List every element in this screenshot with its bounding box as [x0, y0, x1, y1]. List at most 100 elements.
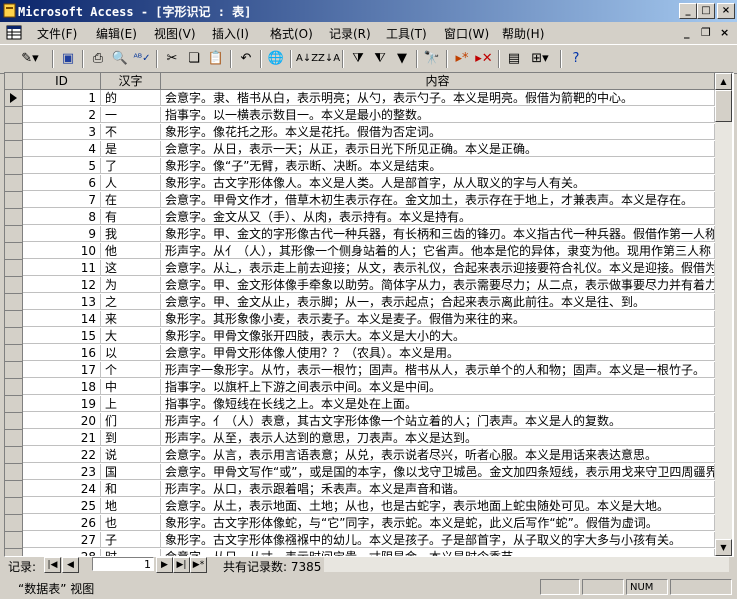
cell-id[interactable]: 5: [23, 158, 101, 174]
mdi-close-button[interactable]: ×: [720, 26, 729, 39]
filter-by-form-icon[interactable]: ⧨: [370, 49, 390, 69]
record-selector[interactable]: [5, 294, 23, 311]
cell-id[interactable]: 22: [23, 447, 101, 463]
menu-format[interactable]: 格式(O): [270, 25, 313, 42]
menu-view[interactable]: 视图(V): [154, 25, 196, 42]
record-selector[interactable]: [5, 447, 23, 464]
cell-id[interactable]: 9: [23, 226, 101, 242]
cell-id[interactable]: 10: [23, 243, 101, 259]
column-header-content[interactable]: 内容: [161, 73, 715, 90]
first-record-button[interactable]: |◀: [44, 557, 61, 573]
column-header-hanzi[interactable]: 汉字: [101, 73, 161, 90]
delete-record-icon[interactable]: ▸✕: [474, 49, 494, 69]
cell-hanzi[interactable]: 个: [101, 362, 161, 378]
cell-hanzi[interactable]: 也: [101, 515, 161, 531]
filter-by-selection-icon[interactable]: ⧩: [348, 49, 368, 69]
cell-content[interactable]: 指事字。以一横表示数目一。本义是最小的整数。: [161, 107, 715, 123]
cell-hanzi[interactable]: 有: [101, 209, 161, 225]
cell-id[interactable]: 4: [23, 141, 101, 157]
table-row[interactable]: 21 到形声字。从至，表示人达到的意思，刀表声。本义是达到。: [5, 430, 715, 447]
undo-icon[interactable]: ↶: [236, 49, 256, 69]
cell-id[interactable]: 17: [23, 362, 101, 378]
cell-id[interactable]: 11: [23, 260, 101, 276]
cell-content[interactable]: 象形字。古文字形体像人。本义是人类。人是部首字，从人取义的字与人有关。: [161, 175, 715, 191]
cell-id[interactable]: 16: [23, 345, 101, 361]
table-row[interactable]: 20 们形声字。亻（人）表意，其古文字形体像一个站立着的人；门表声。本义是人的复数…: [5, 413, 715, 430]
table-row[interactable]: 2 一指事字。以一横表示数目一。本义是最小的整数。: [5, 107, 715, 124]
record-selector[interactable]: [5, 362, 23, 379]
cell-id[interactable]: 19: [23, 396, 101, 412]
hyperlink-icon[interactable]: 🌐: [266, 49, 286, 69]
cell-id[interactable]: 1: [23, 90, 101, 106]
scroll-up-button[interactable]: ▲: [715, 73, 732, 90]
cell-id[interactable]: 25: [23, 498, 101, 514]
table-row[interactable]: 19 上指事字。像短线在长线之上。本义是处在上面。: [5, 396, 715, 413]
table-row[interactable]: 10 他形声字。从亻（人），其形像一个侧身站着的人；它省声。他本是佗的异体，隶变为…: [5, 243, 715, 260]
cell-hanzi[interactable]: 国: [101, 464, 161, 480]
menu-edit[interactable]: 编辑(E): [96, 25, 137, 42]
design-view-icon[interactable]: ✎▾: [14, 49, 46, 69]
cell-content[interactable]: 会意字。甲、金文从止，表示脚；从一，表示起点；合起来表示离此前往。本义是往、到。: [161, 294, 715, 310]
table-row[interactable]: 5 了象形字。像“子”无臂，表示断、决断。本义是结束。: [5, 158, 715, 175]
menu-file[interactable]: 文件(F): [37, 25, 77, 42]
cell-content[interactable]: 会意字。甲、金文形体像手牵象以助劳。简体字从力，表示需要尽力；从二点，表示做事要…: [161, 277, 715, 293]
cell-hanzi[interactable]: 和: [101, 481, 161, 497]
record-selector[interactable]: [5, 175, 23, 192]
scroll-thumb[interactable]: [715, 90, 732, 122]
cell-id[interactable]: 14: [23, 311, 101, 327]
record-selector[interactable]: [5, 311, 23, 328]
cell-content[interactable]: 形声字。从口，表示跟着唱；禾表声。本义是声音和谐。: [161, 481, 715, 497]
cell-id[interactable]: 21: [23, 430, 101, 446]
minimize-button[interactable]: _: [679, 3, 697, 19]
record-selector[interactable]: [5, 124, 23, 141]
cell-hanzi[interactable]: 上: [101, 396, 161, 412]
cell-hanzi[interactable]: 来: [101, 311, 161, 327]
cell-hanzi[interactable]: 在: [101, 192, 161, 208]
record-selector[interactable]: [5, 192, 23, 209]
record-selector[interactable]: [5, 226, 23, 243]
table-row[interactable]: 3 不象形字。像花托之形。本义是花托。假借为否定词。: [5, 124, 715, 141]
table-row[interactable]: 24 和形声字。从口，表示跟着唱；禾表声。本义是声音和谐。: [5, 481, 715, 498]
cell-id[interactable]: 7: [23, 192, 101, 208]
record-selector[interactable]: [5, 498, 23, 515]
table-row[interactable]: 18 中指事字。以旗杆上下游之间表示中间。本义是中间。: [5, 379, 715, 396]
horizontal-scrollbar[interactable]: [324, 557, 729, 572]
cell-content[interactable]: 指事字。像短线在长线之上。本义是处在上面。: [161, 396, 715, 412]
cell-content[interactable]: 会意字。金文从又（手）、从肉，表示持有。本义是持有。: [161, 209, 715, 225]
cell-id[interactable]: 20: [23, 413, 101, 429]
cell-content[interactable]: 象形字。古文字形体像蛇，与“它”同字，表示蛇。本义是蛇，此义后写作“蛇”。假借为…: [161, 515, 715, 531]
cell-hanzi[interactable]: 之: [101, 294, 161, 310]
cell-content[interactable]: 形声字一象形字。从竹，表示一根竹；固声。楷书从人，表示单个的人和物；固声。本义是…: [161, 362, 715, 378]
cell-hanzi[interactable]: 我: [101, 226, 161, 242]
cell-hanzi[interactable]: 的: [101, 90, 161, 106]
cell-hanzi[interactable]: 他: [101, 243, 161, 259]
record-selector[interactable]: [5, 209, 23, 226]
paste-icon[interactable]: 📋: [206, 49, 226, 69]
table-row[interactable]: 26 也象形字。古文字形体像蛇，与“它”同字，表示蛇。本义是蛇，此义后写作“蛇”。…: [5, 515, 715, 532]
cell-content[interactable]: 指事字。以旗杆上下游之间表示中间。本义是中间。: [161, 379, 715, 395]
table-row[interactable]: 6 人象形字。古文字形体像人。本义是人类。人是部首字，从人取义的字与人有关。: [5, 175, 715, 192]
table-row[interactable]: 17 个形声字一象形字。从竹，表示一根竹；固声。楷书从人，表示单个的人和物；固声。…: [5, 362, 715, 379]
sort-ascending-icon[interactable]: A↓Z: [296, 49, 318, 69]
cell-content[interactable]: 会意字。从辶，表示走上前去迎接；从文，表示礼仪，合起来表示迎接要符合礼仪。本义是…: [161, 260, 715, 276]
record-selector[interactable]: [5, 345, 23, 362]
new-record-nav-button[interactable]: ▶*: [190, 557, 207, 573]
column-header-id[interactable]: ID: [23, 73, 101, 90]
table-row[interactable]: 4 是会意字。从日，表示一天；从正，表示日光下所见正确。本义是正确。: [5, 141, 715, 158]
database-window-icon[interactable]: ▤: [504, 49, 524, 69]
cell-hanzi[interactable]: 一: [101, 107, 161, 123]
spelling-icon[interactable]: ᴬᴮ✓: [132, 49, 152, 69]
record-selector[interactable]: [5, 158, 23, 175]
mdi-restore-button[interactable]: ❐: [701, 26, 711, 39]
cell-id[interactable]: 3: [23, 124, 101, 140]
record-selector[interactable]: [5, 413, 23, 430]
cell-hanzi[interactable]: 这: [101, 260, 161, 276]
table-row[interactable]: 9 我象形字。甲、金文的字形像古代一种兵器，有长柄和三齿的锋刃。本义指古代一种兵器…: [5, 226, 715, 243]
current-record-field[interactable]: 1: [92, 557, 154, 571]
cell-hanzi[interactable]: 为: [101, 277, 161, 293]
table-row[interactable]: 11 这会意字。从辶，表示走上前去迎接；从文，表示礼仪，合起来表示迎接要符合礼仪。…: [5, 260, 715, 277]
print-icon[interactable]: ⎙: [88, 49, 108, 69]
menu-window[interactable]: 窗口(W): [444, 25, 489, 42]
record-selector[interactable]: [5, 464, 23, 481]
menu-tools[interactable]: 工具(T): [386, 25, 427, 42]
